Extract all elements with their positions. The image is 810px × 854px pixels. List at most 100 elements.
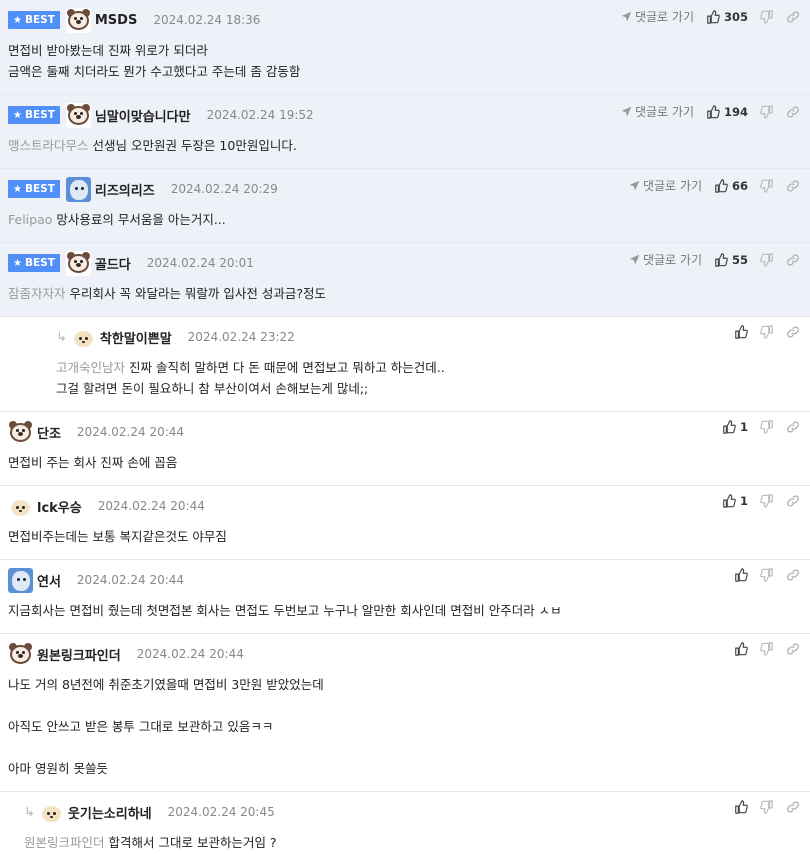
like-button[interactable]: 1 bbox=[722, 420, 748, 434]
best-comment: ★ BEST 리즈의리즈 2024.02.24 20:29 댓글로 가기 66 Felipa… bbox=[0, 169, 810, 243]
like-button[interactable]: 305 bbox=[706, 10, 748, 24]
nickname[interactable]: 웃기는소리하네 bbox=[68, 803, 152, 822]
like-button[interactable] bbox=[734, 800, 748, 814]
comment-actions: 댓글로 가기 55 bbox=[617, 251, 800, 268]
copy-link-button[interactable] bbox=[786, 420, 800, 434]
comment-body: 면접비 주는 회사 진짜 손에 꼽음 bbox=[8, 446, 802, 479]
nickname[interactable]: lck우승 bbox=[37, 497, 82, 516]
dislike-button[interactable] bbox=[760, 420, 774, 434]
nickname[interactable]: 리즈의리즈 bbox=[95, 180, 155, 199]
nickname[interactable]: 단조 bbox=[37, 423, 61, 442]
nickname[interactable]: 골드다 bbox=[95, 254, 131, 273]
comment-text-line: 그걸 할려면 돈이 필요하니 참 부산이여서 손해보는게 많네;; bbox=[56, 378, 802, 399]
nickname[interactable]: 님말이맞습니다만 bbox=[95, 106, 191, 125]
nickname[interactable]: MSDS bbox=[95, 13, 137, 28]
star-icon: ★ bbox=[13, 14, 22, 26]
comment-text: 합격해서 그대로 보관하는거임 ? bbox=[108, 835, 277, 850]
like-button[interactable]: 1 bbox=[722, 494, 748, 508]
copy-link-button[interactable] bbox=[786, 494, 800, 508]
nickname[interactable]: 연서 bbox=[37, 571, 61, 590]
goto-comment-button[interactable]: 댓글로 가기 bbox=[629, 177, 702, 194]
copy-link-button[interactable] bbox=[786, 10, 800, 24]
comment: 단조 2024.02.24 20:44 1 면접비 주는 회사 진짜 손에 꼽음 bbox=[0, 412, 810, 486]
best-badge-label: BEST bbox=[24, 183, 55, 195]
thumbs-up-icon bbox=[734, 325, 748, 339]
comment-text-line: 잠좀자자자 우리회사 꼭 와달라는 뭐랄까 입사전 성과금?정도 bbox=[8, 283, 802, 304]
comment-text: 그걸 할려면 돈이 필요하니 참 부산이여서 손해보는게 많네;; bbox=[56, 381, 369, 396]
reply-comment: ↳ 착한말이쁜말 2024.02.24 23:22 고개숙인남자 진짜 솔직히 말하면 … bbox=[0, 317, 810, 412]
star-icon: ★ bbox=[13, 257, 22, 269]
avatar[interactable] bbox=[8, 641, 33, 667]
dislike-button[interactable] bbox=[760, 252, 774, 267]
mention[interactable]: 잠좀자자자 bbox=[8, 286, 66, 301]
comment-actions bbox=[722, 325, 800, 339]
comment-date: 2024.02.24 20:44 bbox=[97, 499, 205, 513]
comment-actions bbox=[722, 800, 800, 814]
copy-link-button[interactable] bbox=[786, 105, 800, 119]
comment-text-line: Felipao 망사용료의 무서움을 아는거지... bbox=[8, 209, 802, 230]
like-button[interactable] bbox=[734, 325, 748, 339]
avatar[interactable] bbox=[65, 176, 91, 202]
avatar[interactable] bbox=[65, 102, 91, 128]
thumbs-up-icon bbox=[722, 494, 736, 508]
copy-link-button[interactable] bbox=[786, 179, 800, 193]
comment-actions: 1 bbox=[710, 420, 800, 434]
goto-comment-button[interactable]: 댓글로 가기 bbox=[629, 251, 702, 268]
like-button[interactable]: 55 bbox=[714, 253, 748, 267]
thumbs-down-icon bbox=[760, 642, 774, 656]
like-button[interactable]: 194 bbox=[706, 105, 748, 119]
comment-text: 우리회사 꼭 와달라는 뭐랄까 입사전 성과금?정도 bbox=[69, 286, 327, 301]
comment-actions: 댓글로 가기 305 bbox=[609, 8, 800, 25]
comment-body: 면접비주는데는 보통 복지같은것도 야무짐 bbox=[8, 520, 802, 553]
goto-comment-button[interactable]: 댓글로 가기 bbox=[621, 8, 694, 25]
thumbs-down-icon bbox=[760, 9, 774, 24]
dislike-button[interactable] bbox=[760, 178, 774, 193]
dislike-button[interactable] bbox=[760, 494, 774, 508]
star-icon: ★ bbox=[13, 109, 22, 121]
comment-header: 원본링크파인더 2024.02.24 20:44 bbox=[8, 640, 802, 668]
dislike-button[interactable] bbox=[760, 9, 774, 24]
like-button[interactable] bbox=[734, 568, 748, 582]
link-icon bbox=[786, 10, 800, 24]
thumbs-down-icon bbox=[760, 178, 774, 193]
goto-comment-label: 댓글로 가기 bbox=[634, 10, 694, 24]
goto-comment-button[interactable]: 댓글로 가기 bbox=[621, 103, 694, 120]
copy-link-button[interactable] bbox=[786, 568, 800, 582]
dislike-button[interactable] bbox=[760, 568, 774, 582]
best-comment: ★ BEST 님말이맞습니다만 2024.02.24 19:52 댓글로 가기 194 맹스… bbox=[0, 95, 810, 169]
mention[interactable]: 고개숙인남자 bbox=[56, 360, 125, 375]
dislike-button[interactable] bbox=[760, 800, 774, 814]
comment-text-line: 금액은 둘째 치더라도 뭔가 수고했다고 주는데 좀 감동함 bbox=[8, 61, 802, 82]
avatar[interactable] bbox=[8, 419, 33, 445]
avatar[interactable] bbox=[8, 567, 33, 593]
nickname[interactable]: 착한말이쁜말 bbox=[100, 328, 172, 347]
nickname[interactable]: 원본링크파인더 bbox=[37, 645, 121, 664]
best-badge: ★ BEST bbox=[8, 11, 60, 29]
like-button[interactable]: 66 bbox=[714, 179, 748, 193]
copy-link-button[interactable] bbox=[786, 325, 800, 339]
dislike-button[interactable] bbox=[760, 104, 774, 119]
avatar[interactable] bbox=[70, 324, 96, 350]
mention[interactable]: 맹스트라다무스 bbox=[8, 138, 89, 153]
avatar[interactable] bbox=[38, 799, 64, 825]
copy-link-button[interactable] bbox=[786, 253, 800, 267]
avatar[interactable] bbox=[8, 493, 33, 519]
dislike-button[interactable] bbox=[760, 325, 774, 339]
mention[interactable]: 원본링크파인더 bbox=[24, 835, 105, 850]
like-button[interactable] bbox=[734, 642, 748, 656]
thumbs-up-icon bbox=[734, 642, 748, 656]
reply-arrow-icon: ↳ bbox=[24, 804, 35, 820]
copy-link-button[interactable] bbox=[786, 800, 800, 814]
copy-link-button[interactable] bbox=[786, 642, 800, 656]
dislike-button[interactable] bbox=[760, 642, 774, 656]
avatar[interactable] bbox=[65, 250, 91, 276]
avatar[interactable] bbox=[65, 7, 91, 33]
link-icon bbox=[786, 105, 800, 119]
comment-date: 2024.02.24 20:44 bbox=[76, 573, 185, 587]
link-icon bbox=[786, 325, 800, 339]
comment-body: 면접비 받아봤는데 진짜 위로가 되더라 금액은 둘째 치더라도 뭔가 수고했다고… bbox=[8, 34, 802, 88]
link-icon bbox=[786, 800, 800, 814]
mention[interactable]: Felipao bbox=[8, 212, 52, 227]
best-badge-label: BEST bbox=[24, 109, 55, 121]
